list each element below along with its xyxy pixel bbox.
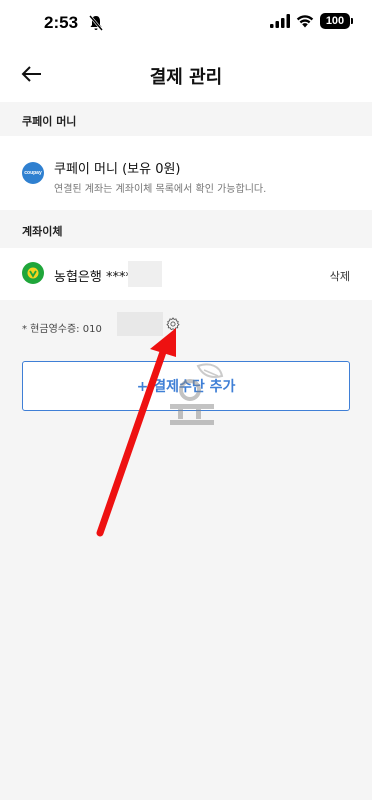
page-title: 결제 관리 [149, 67, 223, 88]
coupay-title: 쿠페이 머니 (보유 0원) [54, 162, 181, 177]
coupay-logo: coupay [22, 162, 44, 184]
nh-bank-logo [22, 262, 44, 284]
watermark-logo [170, 363, 224, 425]
cash-receipt-row: * 현금영수증: 010 [22, 312, 222, 340]
masked-phone-number [117, 312, 163, 336]
section-header-account-transfer: 계좌이체 [0, 212, 372, 246]
bank-account-name: 농협은행 **** [54, 270, 132, 285]
masked-account-number [128, 261, 162, 287]
bank-account-row[interactable]: 농협은행 **** 삭제 [0, 248, 372, 300]
section-title-account-transfer: 계좌이체 [22, 225, 63, 238]
signal-icon [270, 14, 290, 28]
battery-indicator: 100 [320, 13, 353, 29]
coupay-money-row[interactable]: coupay 쿠페이 머니 (보유 0원) 연결된 계좌는 계좌이체 목록에서 … [0, 136, 372, 210]
status-time: 2:53 [44, 13, 79, 32]
bell-off-icon [89, 15, 103, 31]
status-bar: 2:53 100 [0, 0, 372, 46]
section-header-coupay: 쿠페이 머니 [0, 102, 372, 136]
gear-icon[interactable] [166, 317, 180, 331]
section-title-coupay: 쿠페이 머니 [22, 115, 77, 128]
cash-receipt-label: * 현금영수증: 010 [22, 324, 102, 335]
coupay-description: 연결된 계좌는 계좌이체 목록에서 확인 가능합니다. [54, 184, 267, 195]
header: 결제 관리 [0, 46, 372, 102]
delete-account-button[interactable]: 삭제 [330, 268, 350, 284]
bank-emblem-icon [27, 267, 39, 279]
wifi-icon [296, 15, 314, 28]
